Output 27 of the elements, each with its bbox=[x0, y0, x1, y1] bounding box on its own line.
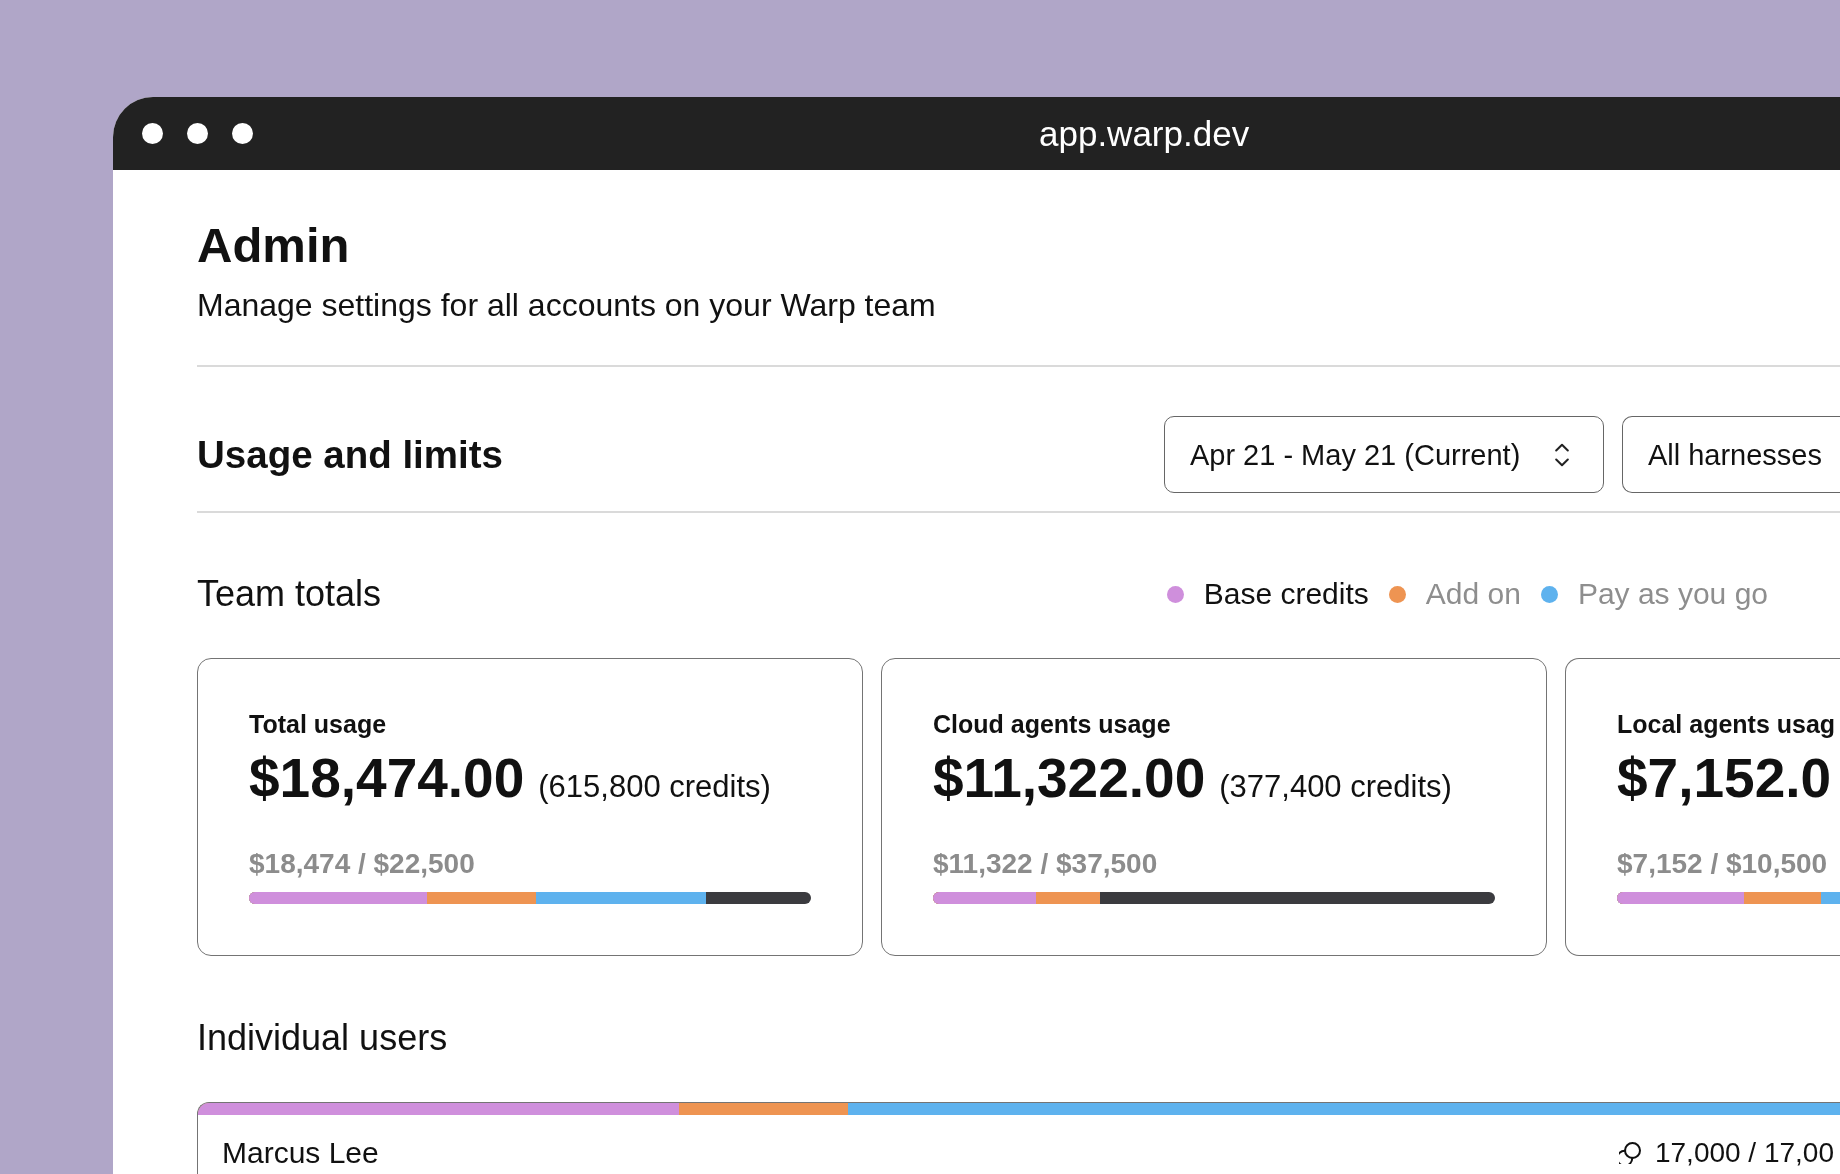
section-title: Individual users bbox=[197, 1017, 449, 1059]
user-name: Marcus Lee bbox=[222, 1136, 380, 1169]
filter-select[interactable]: All harnesses bbox=[1621, 416, 1840, 493]
url-text: app.warp.dev bbox=[1039, 113, 1250, 154]
chevron-up-down-icon bbox=[1554, 442, 1569, 467]
credit-count: 17,000 / 17,00 bbox=[1654, 1136, 1834, 1169]
usage-amount: $11,322.00 bbox=[933, 748, 1206, 808]
usage-amount: $18,474.00 bbox=[249, 748, 525, 808]
window-dot-icon[interactable] bbox=[232, 123, 253, 144]
page-title: Admin bbox=[197, 217, 351, 274]
coins-icon bbox=[1618, 1141, 1641, 1164]
card-title: Local agents usag bbox=[1617, 709, 1837, 739]
window-dot-icon[interactable] bbox=[187, 123, 208, 144]
spend-limit-text: $11,322 / $37,500 bbox=[933, 848, 1159, 880]
page-subtitle: Manage settings for all accounts on your Warp team bbox=[197, 287, 937, 324]
spend-limit-text: $18,474 / $22,500 bbox=[249, 848, 476, 880]
card-title: Total usage bbox=[249, 709, 388, 739]
credits-text: (615,800 credits) bbox=[538, 769, 771, 805]
legend-toggle[interactable]: Base credits bbox=[1166, 576, 1369, 612]
card-title: Cloud agents usage bbox=[933, 709, 1172, 739]
filter-select[interactable]: Apr 21 - May 21 (Current) bbox=[1163, 416, 1604, 493]
spend-limit-text: $7,152 / $10,500 bbox=[1617, 848, 1829, 880]
window-dot-icon[interactable] bbox=[142, 123, 163, 144]
credits-text: (377,400 credits) bbox=[1219, 769, 1452, 805]
section-title: Usage and limits bbox=[197, 432, 504, 477]
section-title: Team totals bbox=[197, 573, 383, 615]
usage-amount: $7,152.0 bbox=[1617, 748, 1832, 808]
